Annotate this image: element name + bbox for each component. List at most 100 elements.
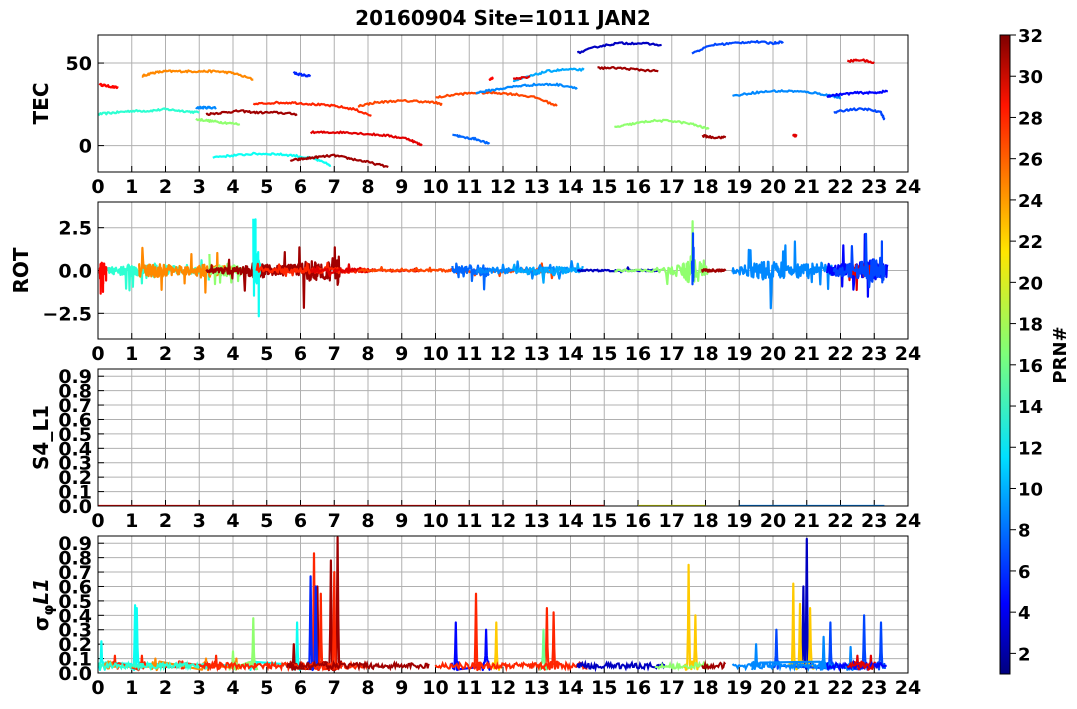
x-tick-label: 23 xyxy=(861,677,887,699)
x-tick-label: 7 xyxy=(328,176,341,198)
x-tick-label: 6 xyxy=(294,677,307,699)
x-tick-label: 19 xyxy=(726,176,752,198)
x-tick-label: 24 xyxy=(895,677,921,699)
x-tick-label: 23 xyxy=(861,510,887,532)
x-tick-label: 6 xyxy=(294,510,307,532)
x-tick-label: 13 xyxy=(524,510,550,532)
x-tick-label: 12 xyxy=(490,176,516,198)
x-tick-label: 11 xyxy=(456,176,482,198)
colorbar-tick-label: 20 xyxy=(1018,273,1043,294)
figure: 20160904 Site=1011 JAN2 0 1 2 3 4 5 6 7 8 9 10 11 12… xyxy=(9,6,1071,699)
x-tick-label: 16 xyxy=(625,343,651,365)
x-tick-label: 14 xyxy=(557,677,583,699)
y-tick-label: −2.5 xyxy=(42,303,92,325)
y-tick-label: 0.0 xyxy=(58,261,92,283)
x-tick-label: 24 xyxy=(895,510,921,532)
x-tick-label: 4 xyxy=(226,677,239,699)
x-tick-label: 4 xyxy=(226,176,239,198)
x-tick-label: 1 xyxy=(125,176,138,198)
x-tick-label: 2 xyxy=(159,176,172,198)
y-tick-label: 2.5 xyxy=(58,218,92,240)
x-tick-label: 24 xyxy=(895,176,921,198)
x-tick-label: 18 xyxy=(692,677,718,699)
x-tick-label: 8 xyxy=(361,677,374,699)
x-tick-label: 18 xyxy=(692,176,718,198)
x-tick-label: 5 xyxy=(260,176,273,198)
x-tick-label: 22 xyxy=(827,510,853,532)
x-tick-label: 11 xyxy=(456,343,482,365)
x-tick-label: 17 xyxy=(659,510,685,532)
x-tick-label: 0 xyxy=(91,176,104,198)
x-tick-label: 13 xyxy=(524,176,550,198)
panel-tec: 0 1 2 3 4 5 6 7 8 9 10 11 12 13 14 15 16 17 18 19 20 21 22 23 24… xyxy=(29,34,921,198)
x-tick-label: 19 xyxy=(726,343,752,365)
x-tick-label: 10 xyxy=(422,677,448,699)
x-tick-label: 15 xyxy=(591,343,617,365)
y-tick-label: 0.9 xyxy=(58,366,92,388)
colorbar-tick-label: 12 xyxy=(1018,438,1043,459)
chart-title: 20160904 Site=1011 JAN2 xyxy=(355,6,651,30)
x-tick-label: 14 xyxy=(557,176,583,198)
x-tick-label: 7 xyxy=(328,677,341,699)
x-tick-label: 14 xyxy=(557,343,583,365)
y-tick-label: 0 xyxy=(79,136,92,158)
x-tick-label: 2 xyxy=(159,677,172,699)
x-tick-label: 18 xyxy=(692,343,718,365)
colorbar-label: PRN# xyxy=(1050,326,1071,383)
x-tick-label: 8 xyxy=(361,343,374,365)
panel-rot: 0 1 2 3 4 5 6 7 8 9 10 11 12 13 14 15 16 17 18 19 20 21 22 23 24… xyxy=(9,201,921,365)
x-tick-label: 5 xyxy=(260,677,273,699)
x-tick-label: 10 xyxy=(422,176,448,198)
data-series-line xyxy=(701,268,727,273)
x-tick-label: 9 xyxy=(395,176,408,198)
y-tick-label: 50 xyxy=(66,53,92,75)
x-tick-label: 2 xyxy=(159,343,172,365)
y-tick-label: 0.9 xyxy=(58,533,92,555)
colorbar-tick-label: 24 xyxy=(1018,191,1043,212)
panel-sigma-phi: 0 1 2 3 4 5 6 7 8 9 10 11 12 13 14 15 16 17 18 19 20 21 22 23 24… xyxy=(29,533,921,699)
x-tick-label: 17 xyxy=(659,176,685,198)
colorbar-tick-label: 32 xyxy=(1018,26,1043,47)
x-tick-label: 21 xyxy=(794,176,820,198)
y-axis-label: S4_L1 xyxy=(29,405,53,470)
x-tick-label: 21 xyxy=(794,677,820,699)
x-tick-label: 23 xyxy=(861,176,887,198)
x-tick-label: 18 xyxy=(692,510,718,532)
colorbar-tick-label: 10 xyxy=(1018,479,1043,500)
colorbar-tick-label: 22 xyxy=(1018,232,1043,253)
x-tick-label: 22 xyxy=(827,176,853,198)
x-tick-label: 10 xyxy=(422,510,448,532)
x-tick-label: 3 xyxy=(193,677,206,699)
colorbar-tick-label: 30 xyxy=(1018,67,1043,88)
x-tick-label: 3 xyxy=(193,176,206,198)
panel-s4: 0 1 2 3 4 5 6 7 8 9 10 11 12 13 14 15 16 17 18 19 20 21 22 23 24… xyxy=(29,366,921,532)
x-tick-label: 6 xyxy=(294,343,307,365)
x-tick-label: 22 xyxy=(827,343,853,365)
x-tick-label: 16 xyxy=(625,176,651,198)
x-tick-label: 2 xyxy=(159,510,172,532)
x-tick-label: 7 xyxy=(328,343,341,365)
colorbar-tick-label: 6 xyxy=(1018,562,1031,583)
x-tick-label: 15 xyxy=(591,510,617,532)
x-tick-label: 13 xyxy=(524,677,550,699)
x-tick-label: 0 xyxy=(91,510,104,532)
x-tick-label: 1 xyxy=(125,677,138,699)
x-tick-label: 9 xyxy=(395,677,408,699)
x-tick-label: 11 xyxy=(456,677,482,699)
y-axis-label: ROT xyxy=(9,247,33,293)
x-tick-label: 20 xyxy=(760,677,786,699)
colorbar-tick-label: 4 xyxy=(1018,603,1031,624)
x-tick-label: 9 xyxy=(395,510,408,532)
x-tick-label: 4 xyxy=(226,343,239,365)
x-tick-label: 5 xyxy=(260,343,273,365)
colorbar-tick-label: 26 xyxy=(1018,150,1043,171)
x-tick-label: 8 xyxy=(361,510,374,532)
colorbar: 2468101214161820222426283032 PRN# xyxy=(999,26,1071,675)
colorbar-tick-label: 2 xyxy=(1018,644,1031,665)
x-tick-label: 4 xyxy=(226,510,239,532)
x-tick-label: 6 xyxy=(294,176,307,198)
colorbar-tick-label: 18 xyxy=(1018,315,1043,336)
data-series-line xyxy=(701,659,727,671)
x-tick-label: 7 xyxy=(328,510,341,532)
data-series-line xyxy=(488,76,494,81)
